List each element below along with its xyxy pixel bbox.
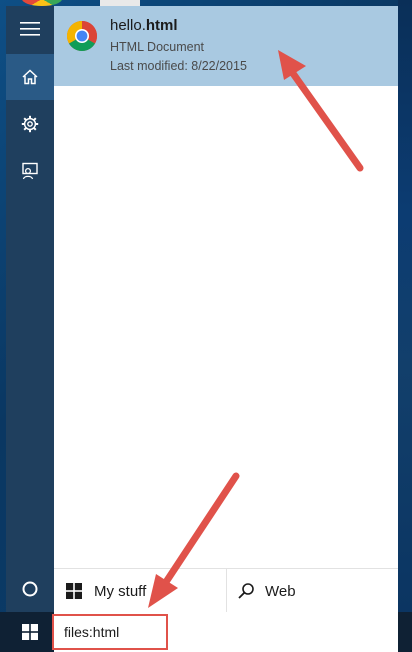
hamburger-icon [20,22,40,36]
my-stuff-button[interactable]: My stuff [54,569,226,613]
windows-logo-icon [66,583,82,599]
chrome-icon [66,20,98,52]
result-file-type: HTML Document [110,40,205,54]
desktop-wallpaper-streak [398,0,412,612]
web-label: Web [265,582,296,600]
home-button[interactable] [6,54,54,100]
search-icon [237,582,255,600]
cortana-left-rail [6,6,54,612]
home-icon [22,69,38,85]
search-input[interactable] [64,612,384,652]
search-results-panel: hello.html HTML Document Last modified: … [54,6,398,613]
taskbar-search-box[interactable] [54,612,398,652]
gear-icon [21,115,39,133]
result-last-modified: Last modified: 8/22/2015 [110,59,247,73]
feedback-icon [22,162,38,180]
cortana-button[interactable] [6,566,54,612]
search-scope-row: My stuff Web [54,568,398,613]
my-stuff-label: My stuff [94,582,147,600]
settings-button[interactable] [6,101,54,147]
feedback-button[interactable] [6,148,54,194]
result-title: hello.html [110,17,178,34]
windows-logo-icon [22,624,38,640]
top-search-result[interactable]: hello.html HTML Document Last modified: … [54,6,398,86]
start-button[interactable] [6,612,54,652]
web-button[interactable]: Web [226,569,399,613]
cortana-circle-icon [22,581,38,597]
taskbar [0,612,412,652]
hamburger-menu-button[interactable] [6,6,54,52]
